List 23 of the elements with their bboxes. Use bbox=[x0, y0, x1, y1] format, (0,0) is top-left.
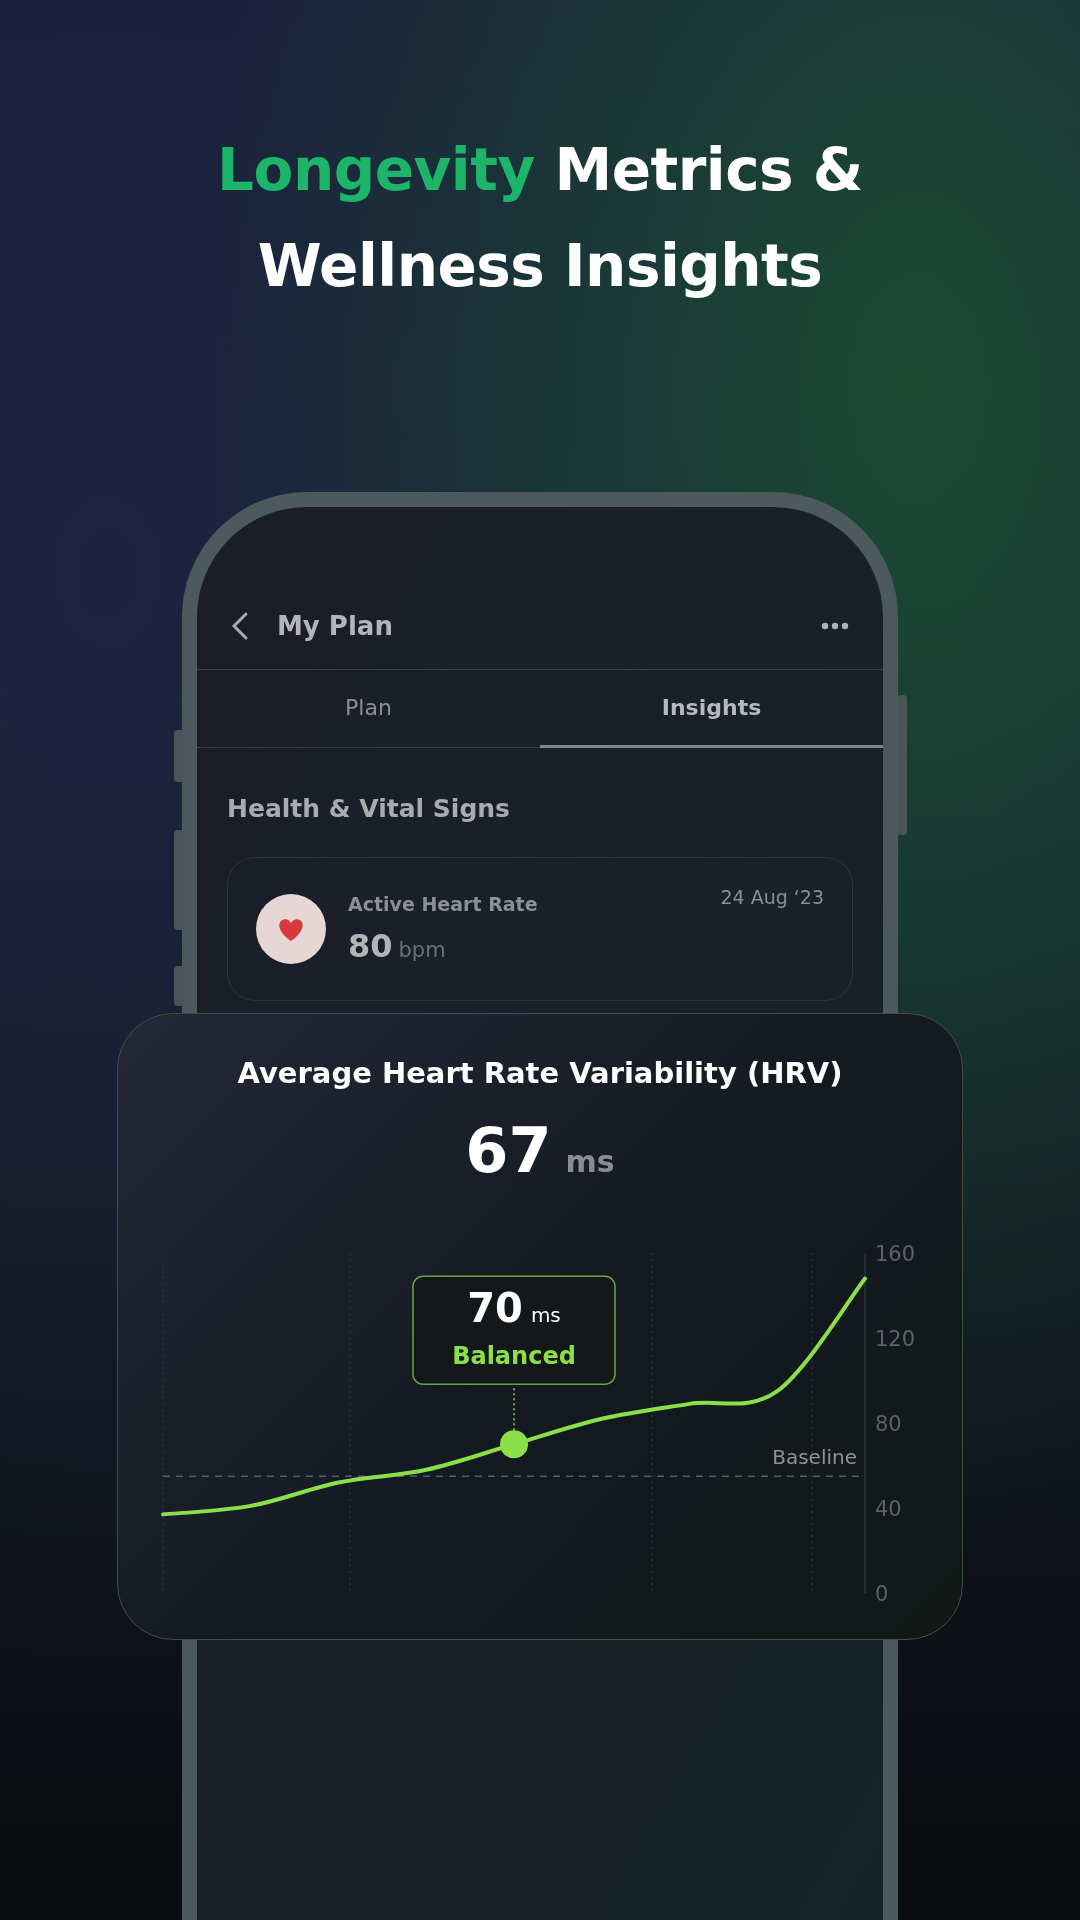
more-icon[interactable] bbox=[821, 622, 849, 630]
screen-title: My Plan bbox=[277, 611, 394, 641]
metric-card[interactable]: Active Heart Rate 80 bpm 24 Aug ‘23 bbox=[227, 857, 853, 1001]
tooltip-status: Balanced bbox=[452, 1342, 576, 1371]
axis-tick-label: 40 bbox=[875, 1497, 902, 1521]
axis-tick-label: 120 bbox=[875, 1327, 916, 1351]
highlight-point[interactable] bbox=[500, 1430, 528, 1459]
metric-date: 24 Aug ‘23 bbox=[720, 886, 824, 908]
metric-unit: bpm bbox=[398, 938, 446, 962]
metric-label: Active Heart Rate bbox=[348, 893, 539, 915]
metric-value: 80 bbox=[348, 927, 393, 965]
tab[interactable]: Insights bbox=[540, 670, 883, 748]
section-title: Health & Vital Signs bbox=[227, 794, 511, 823]
hrv-unit: ms bbox=[565, 1144, 615, 1179]
axis-tick-label: 160 bbox=[875, 1242, 916, 1266]
baseline-label: Baseline bbox=[772, 1445, 857, 1470]
axis-tick-label: 80 bbox=[875, 1412, 902, 1436]
tab[interactable]: Plan bbox=[197, 670, 540, 748]
headline: Longevity Metrics & Wellness Insights bbox=[216, 135, 864, 302]
card-title: Average Heart Rate Variability (HRV) bbox=[237, 1056, 843, 1090]
axis-tick-label: 0 bbox=[875, 1582, 889, 1606]
tooltip-value: 70 ms bbox=[467, 1285, 561, 1332]
hrv-value: 67 bbox=[465, 1114, 552, 1187]
